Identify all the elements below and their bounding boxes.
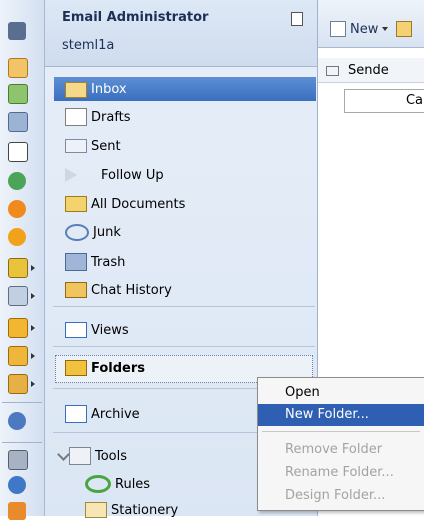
- folder-label: Inbox: [91, 81, 127, 97]
- folder-item-sent[interactable]: Sent: [65, 134, 315, 158]
- globe-icon[interactable]: [8, 412, 26, 430]
- rules-icon: [85, 475, 111, 493]
- dock-icon[interactable]: [8, 502, 26, 520]
- folder-label: Drafts: [91, 109, 131, 125]
- replication-icon[interactable]: [8, 172, 26, 190]
- folder-app-icon[interactable]: [8, 346, 35, 366]
- folder-item-drafts[interactable]: Drafts: [65, 105, 315, 129]
- junk-icon: [65, 223, 89, 241]
- help-icon[interactable]: [8, 476, 26, 494]
- tools-label: Tools: [95, 448, 128, 464]
- calendar-icon[interactable]: [8, 84, 28, 104]
- folder-label: Sent: [91, 138, 121, 154]
- menu-item-label: New Folder...: [285, 407, 369, 422]
- inbox-icon: [65, 82, 87, 98]
- sent-icon: [65, 139, 87, 153]
- folder-label: Junk: [93, 224, 121, 240]
- binoculars-icon[interactable]: [8, 22, 26, 40]
- folder-item-all-documents[interactable]: All Documents: [65, 192, 315, 216]
- menu-item-design-folder[interactable]: Design Folder...: [258, 485, 424, 507]
- trash-icon: [65, 253, 87, 271]
- folders-label: Folders: [91, 360, 146, 376]
- application-icon[interactable]: [8, 258, 35, 278]
- activities-icon[interactable]: [8, 200, 26, 218]
- views-label: Views: [91, 322, 129, 338]
- folder-item-inbox[interactable]: Inbox: [54, 77, 316, 101]
- drafts-icon: [65, 108, 87, 126]
- all-documents-icon: [65, 196, 87, 212]
- rules-label: Rules: [115, 476, 151, 492]
- tools-icon: [69, 447, 91, 465]
- contacts-icon[interactable]: [8, 112, 28, 132]
- envelope-icon: [326, 66, 339, 76]
- folder-label: Chat History: [91, 282, 172, 298]
- menu-item-open[interactable]: Open: [258, 382, 424, 404]
- mail-icon[interactable]: [8, 58, 28, 78]
- feeds-icon[interactable]: [8, 228, 26, 246]
- stationery-label: Stationery: [111, 502, 179, 518]
- column-header-sender[interactable]: Sende: [318, 58, 424, 83]
- folder-item-chat-history[interactable]: Chat History: [65, 278, 315, 302]
- menu-item-label: Rename Folder...: [285, 465, 394, 480]
- pin-icon[interactable]: [291, 12, 303, 26]
- todo-icon[interactable]: [8, 142, 28, 162]
- folder-item-junk[interactable]: Junk: [65, 220, 315, 244]
- reply-icon[interactable]: [396, 21, 413, 37]
- toolbar: New: [318, 0, 424, 48]
- folder-item-trash[interactable]: Trash: [65, 250, 315, 274]
- list-cell-text: Ca: [405, 93, 423, 108]
- menu-item-rename-folder[interactable]: Rename Folder...: [258, 462, 424, 484]
- navigator-header: Email Administrator steml1a: [45, 0, 317, 67]
- folder-label: Follow Up: [101, 167, 164, 183]
- list-cell[interactable]: Ca: [344, 89, 424, 113]
- folder-label: Trash: [91, 254, 126, 270]
- navigator-user: steml1a: [62, 38, 115, 53]
- section-views[interactable]: Views: [65, 318, 315, 342]
- launcher-bar: [0, 0, 45, 520]
- context-menu: Open New Folder... Remove Folder Rename …: [257, 377, 424, 511]
- menu-item-remove-folder[interactable]: Remove Folder: [258, 439, 424, 461]
- archive-label: Archive: [91, 406, 140, 422]
- menu-item-new-folder[interactable]: New Folder...: [258, 404, 424, 426]
- dropdown-arrow-icon[interactable]: [382, 27, 389, 31]
- workspace-icon[interactable]: [8, 286, 35, 306]
- folder-db-icon[interactable]: [8, 374, 35, 394]
- archive-icon: [65, 405, 87, 423]
- sender-header-label: Sende: [348, 63, 389, 78]
- expand-tools-icon[interactable]: [57, 448, 70, 461]
- views-icon: [65, 322, 87, 338]
- folder-label: All Documents: [91, 196, 186, 212]
- menu-item-label: Open: [285, 385, 320, 400]
- new-message-icon: [330, 21, 346, 37]
- menu-item-label: Design Folder...: [285, 488, 386, 503]
- folder-icon[interactable]: [8, 318, 35, 338]
- flag-icon: [65, 168, 91, 182]
- tools-launcher-icon[interactable]: [8, 450, 28, 470]
- new-button[interactable]: New: [330, 21, 413, 37]
- menu-item-label: Remove Folder: [285, 442, 383, 457]
- folders-icon: [65, 360, 87, 376]
- folder-item-follow-up[interactable]: Follow Up: [65, 163, 315, 187]
- new-label: New: [350, 21, 379, 37]
- chat-history-icon: [65, 282, 87, 298]
- navigator-title: Email Administrator: [62, 10, 209, 25]
